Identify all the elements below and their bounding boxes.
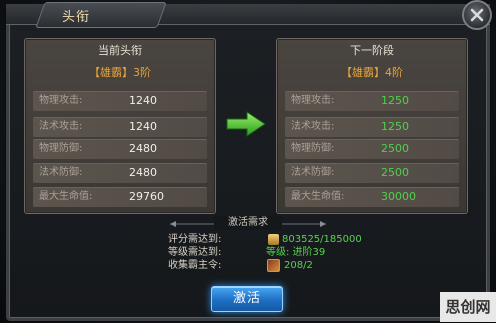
stat-label: 物理攻击: bbox=[291, 95, 335, 106]
stat-value: 2500 bbox=[381, 142, 409, 155]
stat-value: 2500 bbox=[381, 166, 409, 179]
stat-row: 物理防御: 2500 bbox=[285, 139, 459, 159]
score-requirement-label: 评分需达到: bbox=[168, 234, 222, 245]
rank-name: 雄霸 bbox=[100, 66, 122, 79]
rank-name: 雄霸 bbox=[352, 66, 374, 79]
stat-row: 法术攻击: 1240 bbox=[33, 117, 207, 137]
activation-requirements-title: 激活需求 bbox=[214, 216, 282, 230]
upgrade-arrow-icon bbox=[226, 111, 266, 137]
stat-row: 法术防御: 2500 bbox=[285, 163, 459, 183]
stat-row: 物理攻击: 1240 bbox=[33, 91, 207, 111]
stat-label: 最大生命值: bbox=[39, 191, 93, 202]
stat-label: 物理防御: bbox=[291, 143, 335, 154]
rank-bracket-open: 【 bbox=[341, 66, 352, 79]
next-stage-heading: 下一阶段 bbox=[350, 44, 394, 57]
site-watermark: 思创网 bbox=[440, 292, 496, 322]
stat-label: 物理攻击: bbox=[39, 95, 83, 106]
stat-row: 最大生命值: 29760 bbox=[33, 187, 207, 207]
stat-value: 1240 bbox=[129, 94, 157, 107]
rank-level: 4阶 bbox=[385, 66, 403, 79]
stat-label: 法术防御: bbox=[39, 167, 83, 178]
level-requirement-label: 等级需达到: bbox=[168, 247, 222, 258]
current-title-heading: 当前头衔 bbox=[98, 44, 142, 57]
stat-label: 最大生命值: bbox=[291, 191, 345, 202]
item-requirement-value: 208/2 bbox=[284, 260, 313, 271]
current-rank: 【雄霸】3阶 bbox=[25, 63, 215, 83]
stat-value: 1250 bbox=[381, 120, 409, 133]
stat-label: 物理防御: bbox=[39, 143, 83, 154]
item-requirement-label: 收集霸主令: bbox=[168, 260, 222, 271]
current-title-panel: 当前头衔 【雄霸】3阶 物理攻击: 1240 法术攻击: 1240 物理防御: … bbox=[24, 38, 216, 214]
stat-value: 1240 bbox=[129, 120, 157, 133]
stat-value: 29760 bbox=[129, 190, 164, 203]
stat-value: 30000 bbox=[381, 190, 416, 203]
rank-level: 3阶 bbox=[133, 66, 151, 79]
close-icon bbox=[470, 8, 484, 22]
stat-value: 2480 bbox=[129, 166, 157, 179]
stat-value: 2480 bbox=[129, 142, 157, 155]
stat-row: 法术攻击: 1250 bbox=[285, 117, 459, 137]
stat-row: 物理防御: 2480 bbox=[33, 139, 207, 159]
activate-button[interactable]: 激活 bbox=[211, 286, 283, 312]
rank-bracket-close: 】 bbox=[122, 66, 133, 79]
window-title: 头衔 bbox=[62, 10, 91, 25]
stat-value: 1250 bbox=[381, 94, 409, 107]
overlord-token-icon bbox=[267, 259, 280, 272]
score-icon bbox=[268, 234, 279, 245]
rank-bracket-close: 】 bbox=[374, 66, 385, 79]
stat-row: 物理攻击: 1250 bbox=[285, 91, 459, 111]
stat-label: 法术防御: bbox=[291, 167, 335, 178]
stat-label: 法术攻击: bbox=[291, 121, 335, 132]
next-rank: 【雄霸】4阶 bbox=[277, 63, 467, 83]
level-requirement-value: 等级: 进阶39 bbox=[266, 247, 326, 258]
title-window: 头衔 当前头衔 【雄霸】3阶 物理攻击: 1240 法术攻击: 1240 物理防… bbox=[0, 0, 496, 323]
stat-row: 法术防御: 2480 bbox=[33, 163, 207, 183]
stat-label: 法术攻击: bbox=[39, 121, 83, 132]
score-requirement-value: 803525/185000 bbox=[282, 234, 362, 245]
rank-bracket-open: 【 bbox=[89, 66, 100, 79]
next-stage-panel: 下一阶段 【雄霸】4阶 物理攻击: 1250 法术攻击: 1250 物理防御: … bbox=[276, 38, 468, 214]
stat-row: 最大生命值: 30000 bbox=[285, 187, 459, 207]
close-button[interactable] bbox=[462, 0, 492, 30]
